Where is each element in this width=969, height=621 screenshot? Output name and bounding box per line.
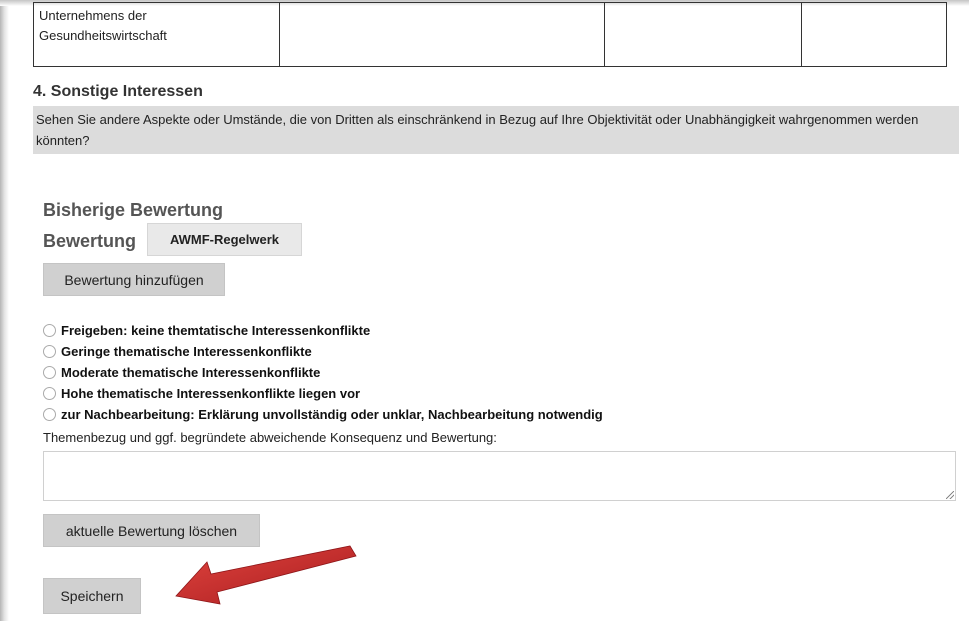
table-cell xyxy=(801,2,947,67)
awmf-regelwerk-button[interactable]: AWMF-Regelwerk xyxy=(147,223,302,256)
table-cell: Unternehmens der Gesundheitswirtschaft xyxy=(33,2,280,67)
rating-option-approve[interactable]: Freigeben: keine themtatische Interessen… xyxy=(43,320,603,341)
red-arrow-annotation xyxy=(175,545,357,605)
option-label: Hohe thematische Interessenkonflikte lie… xyxy=(61,386,361,401)
add-evaluation-button[interactable]: Bewertung hinzufügen xyxy=(43,263,225,296)
rating-option-high[interactable]: Hohe thematische Interessenkonflikte lie… xyxy=(43,383,603,404)
section-title: 4. Sonstige Interessen xyxy=(33,83,203,100)
option-label: Freigeben: keine themtatische Interessen… xyxy=(61,323,371,338)
interests-table: Unternehmens der Gesundheitswirtschaft xyxy=(33,2,947,67)
rating-option-moderate[interactable]: Moderate thematische Interessenkonflikte xyxy=(43,362,603,383)
save-button[interactable]: Speichern xyxy=(43,578,141,614)
table-row: Unternehmens der Gesundheitswirtschaft xyxy=(33,2,947,67)
radio-button[interactable] xyxy=(43,366,56,379)
reason-label: Themenbezug und ggf. begründete abweiche… xyxy=(43,430,497,445)
table-cell xyxy=(604,2,802,67)
option-label: Moderate thematische Interessenkonflikte xyxy=(61,365,321,380)
evaluation-label: Bewertung xyxy=(43,231,137,251)
table-cell xyxy=(279,2,605,67)
option-label: Geringe thematische Interessenkonflikte xyxy=(61,344,312,359)
radio-button[interactable] xyxy=(43,324,56,337)
section-question: Sehen Sie andere Aspekte oder Umstände, … xyxy=(33,106,959,154)
rating-option-rework[interactable]: zur Nachbearbeitung: Erklärung unvollstä… xyxy=(43,404,603,425)
rating-option-low[interactable]: Geringe thematische Interessenkonflikte xyxy=(43,341,603,362)
option-label: zur Nachbearbeitung: Erklärung unvollstä… xyxy=(61,407,603,422)
window-shadow-left xyxy=(0,0,9,621)
radio-button[interactable] xyxy=(43,387,56,400)
radio-button[interactable] xyxy=(43,345,56,358)
evaluation-heading: Bisherige Bewertung xyxy=(43,200,224,220)
rating-options: Freigeben: keine themtatische Interessen… xyxy=(43,320,603,425)
reason-textarea[interactable] xyxy=(43,451,956,501)
radio-button[interactable] xyxy=(43,408,56,421)
